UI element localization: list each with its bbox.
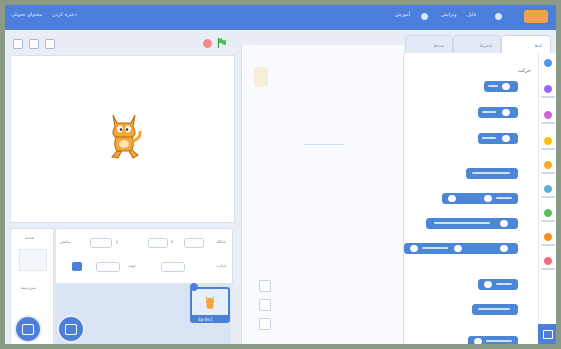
size-label: اندازه bbox=[216, 263, 226, 268]
cat-sprite-icon[interactable] bbox=[103, 111, 145, 161]
backdrops-label: پس‌زمینه bbox=[21, 285, 36, 290]
category-sensing-label bbox=[541, 196, 555, 198]
block-go-to-random[interactable] bbox=[466, 168, 518, 179]
block-glide-to-random[interactable] bbox=[426, 218, 518, 229]
category-my-blocks[interactable] bbox=[544, 257, 552, 265]
block-palette: حرکت bbox=[403, 53, 539, 344]
tab-sounds-label: صداها bbox=[434, 43, 444, 48]
block-move-steps[interactable] bbox=[484, 81, 518, 92]
block-point-in-direction[interactable] bbox=[478, 279, 518, 290]
stage-label: صحنه bbox=[25, 235, 35, 240]
block-change-x-by[interactable] bbox=[468, 336, 518, 344]
fullscreen-icon[interactable] bbox=[13, 39, 23, 49]
block-point-towards[interactable] bbox=[472, 304, 518, 315]
tutorials-icon[interactable] bbox=[421, 13, 428, 20]
choose-sprite-button[interactable] bbox=[59, 317, 83, 341]
current-sprite-icon bbox=[254, 67, 268, 87]
y-field[interactable] bbox=[90, 238, 112, 248]
sprite-icon bbox=[65, 324, 77, 335]
green-flag-icon[interactable] bbox=[217, 38, 226, 48]
category-variables[interactable] bbox=[544, 233, 552, 241]
category-motion[interactable] bbox=[544, 59, 552, 67]
show-visible-icon[interactable] bbox=[72, 262, 82, 271]
zoom-reset-icon[interactable] bbox=[259, 318, 271, 330]
category-looks-label bbox=[541, 96, 555, 98]
category-operators-label bbox=[541, 220, 555, 222]
size-field[interactable] bbox=[161, 262, 185, 272]
add-extension-button[interactable] bbox=[538, 324, 556, 344]
x-label: x bbox=[171, 239, 174, 244]
sprite-info-panel: شکلک x y نمایش اندازه جهت bbox=[55, 228, 233, 285]
category-control[interactable] bbox=[544, 161, 552, 169]
small-stage-icon[interactable] bbox=[45, 39, 55, 49]
delete-sprite-icon[interactable] bbox=[190, 283, 198, 291]
palette-category-title: حرکت bbox=[517, 68, 531, 74]
zoom-in-icon[interactable] bbox=[259, 280, 271, 292]
extension-icon bbox=[543, 330, 553, 339]
sprite-thumbnail-name: Sprite1 bbox=[190, 315, 230, 323]
scratch-logo[interactable] bbox=[524, 10, 548, 23]
stage-thumbnail[interactable] bbox=[19, 249, 47, 271]
direction-label: جهت bbox=[128, 263, 137, 268]
code-workspace[interactable] bbox=[241, 45, 404, 344]
stage-canvas[interactable] bbox=[10, 55, 235, 223]
category-my-blocks-label bbox=[541, 268, 555, 270]
category-events-label bbox=[541, 148, 555, 150]
cat-thumb-icon bbox=[205, 295, 215, 309]
category-operators[interactable] bbox=[544, 209, 552, 217]
sprite-name-field[interactable] bbox=[184, 238, 204, 248]
category-sound[interactable] bbox=[544, 111, 552, 119]
menu-save[interactable]: ذخیره کردن bbox=[52, 12, 77, 18]
workspace-hint bbox=[304, 144, 344, 145]
tab-code[interactable]: کدها bbox=[501, 35, 551, 54]
category-control-label bbox=[541, 172, 555, 174]
show-label: نمایش bbox=[60, 239, 71, 244]
sprite-thumbnail-label: Sprite1 bbox=[198, 317, 213, 322]
menu-share[interactable]: محتوای تحویلی bbox=[11, 12, 42, 18]
backdrop-icon bbox=[22, 324, 34, 335]
globe-icon[interactable] bbox=[495, 13, 502, 20]
tab-costumes[interactable]: لباس‌ها bbox=[453, 35, 501, 54]
category-sensing[interactable] bbox=[544, 185, 552, 193]
choose-backdrop-button[interactable] bbox=[16, 317, 40, 341]
tab-costumes-label: لباس‌ها bbox=[480, 43, 492, 48]
block-glide-to-xy[interactable] bbox=[404, 243, 518, 254]
large-stage-icon[interactable] bbox=[29, 39, 39, 49]
editor-tabs: کدها لباس‌ها صداها bbox=[403, 35, 556, 54]
category-variables-label bbox=[541, 244, 555, 246]
category-menu bbox=[538, 53, 556, 344]
category-looks[interactable] bbox=[544, 85, 552, 93]
y-label: y bbox=[116, 239, 119, 244]
block-turn-left[interactable] bbox=[478, 133, 518, 144]
category-events[interactable] bbox=[544, 137, 552, 145]
block-go-to-xy[interactable] bbox=[442, 193, 518, 204]
block-turn-right[interactable] bbox=[478, 107, 518, 118]
menu-tutorials[interactable]: آموزش bbox=[395, 12, 410, 18]
stage-header bbox=[5, 30, 235, 55]
stop-icon[interactable] bbox=[203, 39, 212, 48]
menu-file[interactable]: فایل bbox=[467, 12, 476, 18]
scratch-editor-window: فایل ویرایش آموزش ذخیره کردن محتوای تحوی… bbox=[5, 5, 556, 344]
zoom-out-icon[interactable] bbox=[259, 299, 271, 311]
tab-sounds[interactable]: صداها bbox=[405, 35, 453, 54]
menu-edit[interactable]: ویرایش bbox=[441, 12, 457, 18]
category-sound-label bbox=[541, 122, 555, 124]
tab-code-label: کدها bbox=[534, 43, 542, 48]
sprite-name-label: شکلک bbox=[215, 239, 226, 244]
top-menu-bar: فایل ویرایش آموزش ذخیره کردن محتوای تحوی… bbox=[5, 5, 556, 30]
x-field[interactable] bbox=[148, 238, 168, 248]
direction-field[interactable] bbox=[96, 262, 120, 272]
